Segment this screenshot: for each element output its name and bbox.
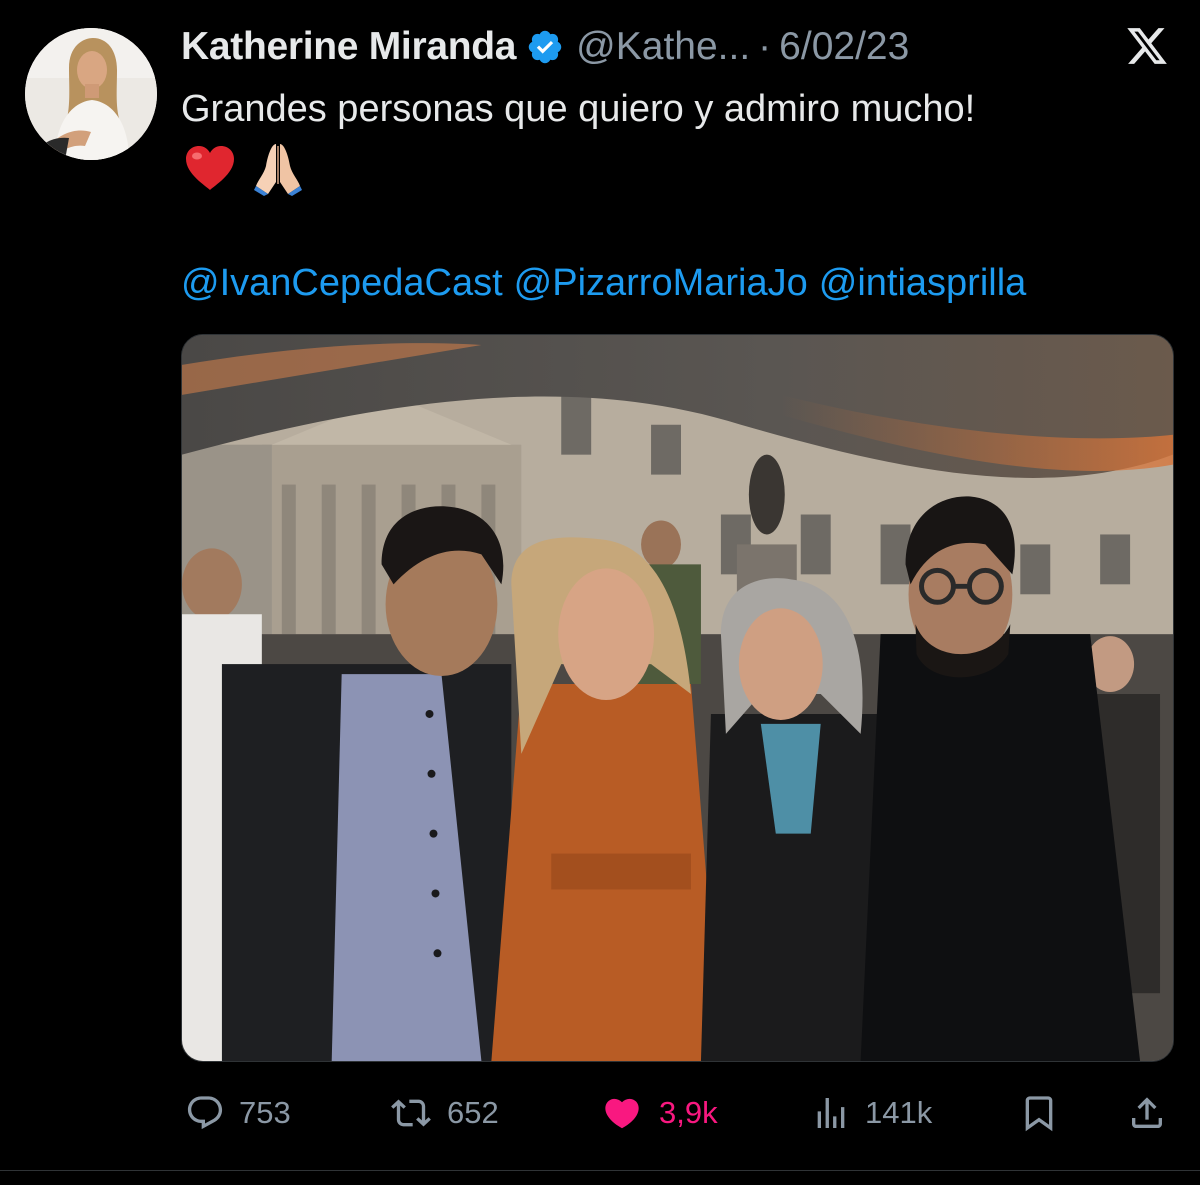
- mention-link[interactable]: @PizarroMariaJo: [514, 262, 808, 304]
- avatar-photo: [25, 28, 157, 160]
- reply-button[interactable]: 753: [185, 1088, 291, 1138]
- heart-emoji-icon: [186, 146, 234, 190]
- tweet-mentions: @IvanCepedaCast @PizarroMariaJo @intiaspri…: [181, 258, 1026, 308]
- author-avatar[interactable]: [25, 28, 157, 160]
- author-handle[interactable]: @Kathe...: [576, 25, 750, 69]
- tweet-emojis: [184, 140, 302, 196]
- repost-count: 652: [447, 1095, 499, 1130]
- views-button[interactable]: 141k: [811, 1088, 932, 1138]
- views-chart-icon: [817, 1098, 845, 1128]
- views-count: 141k: [865, 1095, 933, 1130]
- like-count: 3,9k: [659, 1095, 718, 1130]
- verified-badge-icon[interactable]: [526, 28, 564, 66]
- repost-button[interactable]: 652: [389, 1088, 499, 1138]
- reply-count: 753: [239, 1095, 291, 1130]
- tweet-divider: [0, 1170, 1200, 1171]
- share-button[interactable]: [1127, 1088, 1167, 1138]
- bookmark-button[interactable]: [1019, 1088, 1059, 1138]
- bookmark-icon: [1025, 1096, 1053, 1132]
- x-logo-icon[interactable]: [1124, 24, 1170, 68]
- mention-link[interactable]: @intiasprilla: [819, 262, 1027, 304]
- share-icon: [1132, 1097, 1162, 1128]
- heart-filled-icon: [605, 1098, 639, 1129]
- like-button[interactable]: 3,9k: [599, 1088, 718, 1138]
- previous-tweet-cutoff-text: [120, 0, 940, 8]
- mention-link[interactable]: @IvanCepedaCast: [181, 262, 503, 304]
- folded-hands-emoji-icon: [254, 144, 302, 196]
- reply-icon: [187, 1096, 223, 1130]
- tweet-header: Katherine Miranda @Kathe... · 6/02/23: [181, 22, 909, 72]
- repost-icon: [391, 1099, 431, 1127]
- tweet-action-bar: 753 652 3,9k 141k: [181, 1088, 1174, 1138]
- group-photo-illustration: [182, 335, 1173, 1061]
- tweet-date[interactable]: 6/02/23: [779, 25, 909, 69]
- tweet-text: Grandes personas que quiero y admiro muc…: [181, 88, 976, 130]
- tweet-photo[interactable]: [181, 334, 1174, 1062]
- author-display-name[interactable]: Katherine Miranda: [181, 25, 516, 69]
- header-separator: ·: [758, 25, 772, 68]
